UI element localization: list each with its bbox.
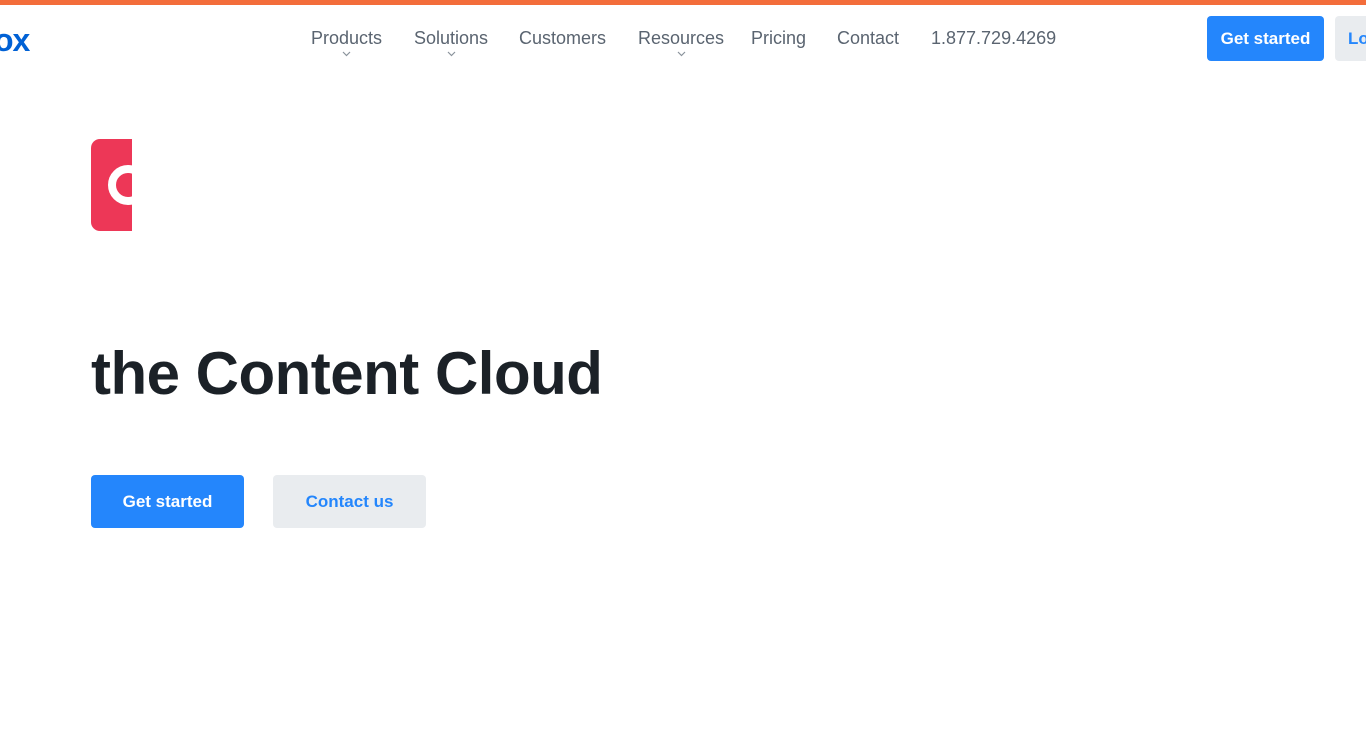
top-accent-bar [0,0,1366,5]
nav-item-contact[interactable]: Contact [837,26,899,50]
nav-item-label: Resources [638,28,725,48]
nav-item-solutions[interactable]: Solutions [414,26,488,58]
nav-item-pricing[interactable]: Pricing [751,26,806,50]
chevron-down-icon [342,49,351,58]
hero-contact-us-button[interactable]: Contact us [273,475,426,528]
box-logo[interactable]: ox [0,22,30,58]
logo-text: ox [0,22,30,58]
hero-get-started-button[interactable]: Get started [91,475,244,528]
nav-item-resources[interactable]: Resources [638,26,724,58]
nav-item-label: Solutions [414,28,489,48]
content-cloud-icon [91,139,132,231]
nav-item-products[interactable]: Products [311,26,382,58]
login-button[interactable]: Lo [1335,16,1366,61]
nav-item-customers[interactable]: Customers [519,26,606,50]
nav-item-label: Pricing [751,28,807,48]
nav-phone-link[interactable]: 1.877.729.4269 [931,26,1056,50]
header-get-started-button[interactable]: Get started [1207,16,1324,61]
chevron-down-icon [677,49,686,58]
phone-number: 1.877.729.4269 [931,28,1057,48]
hero-title: the Content Cloud [91,340,603,407]
nav-item-label: Customers [519,28,607,48]
chevron-down-icon [447,49,456,58]
nav-item-label: Contact [837,28,900,48]
nav-item-label: Products [311,28,383,48]
content-cloud-icon-ring [108,165,132,205]
